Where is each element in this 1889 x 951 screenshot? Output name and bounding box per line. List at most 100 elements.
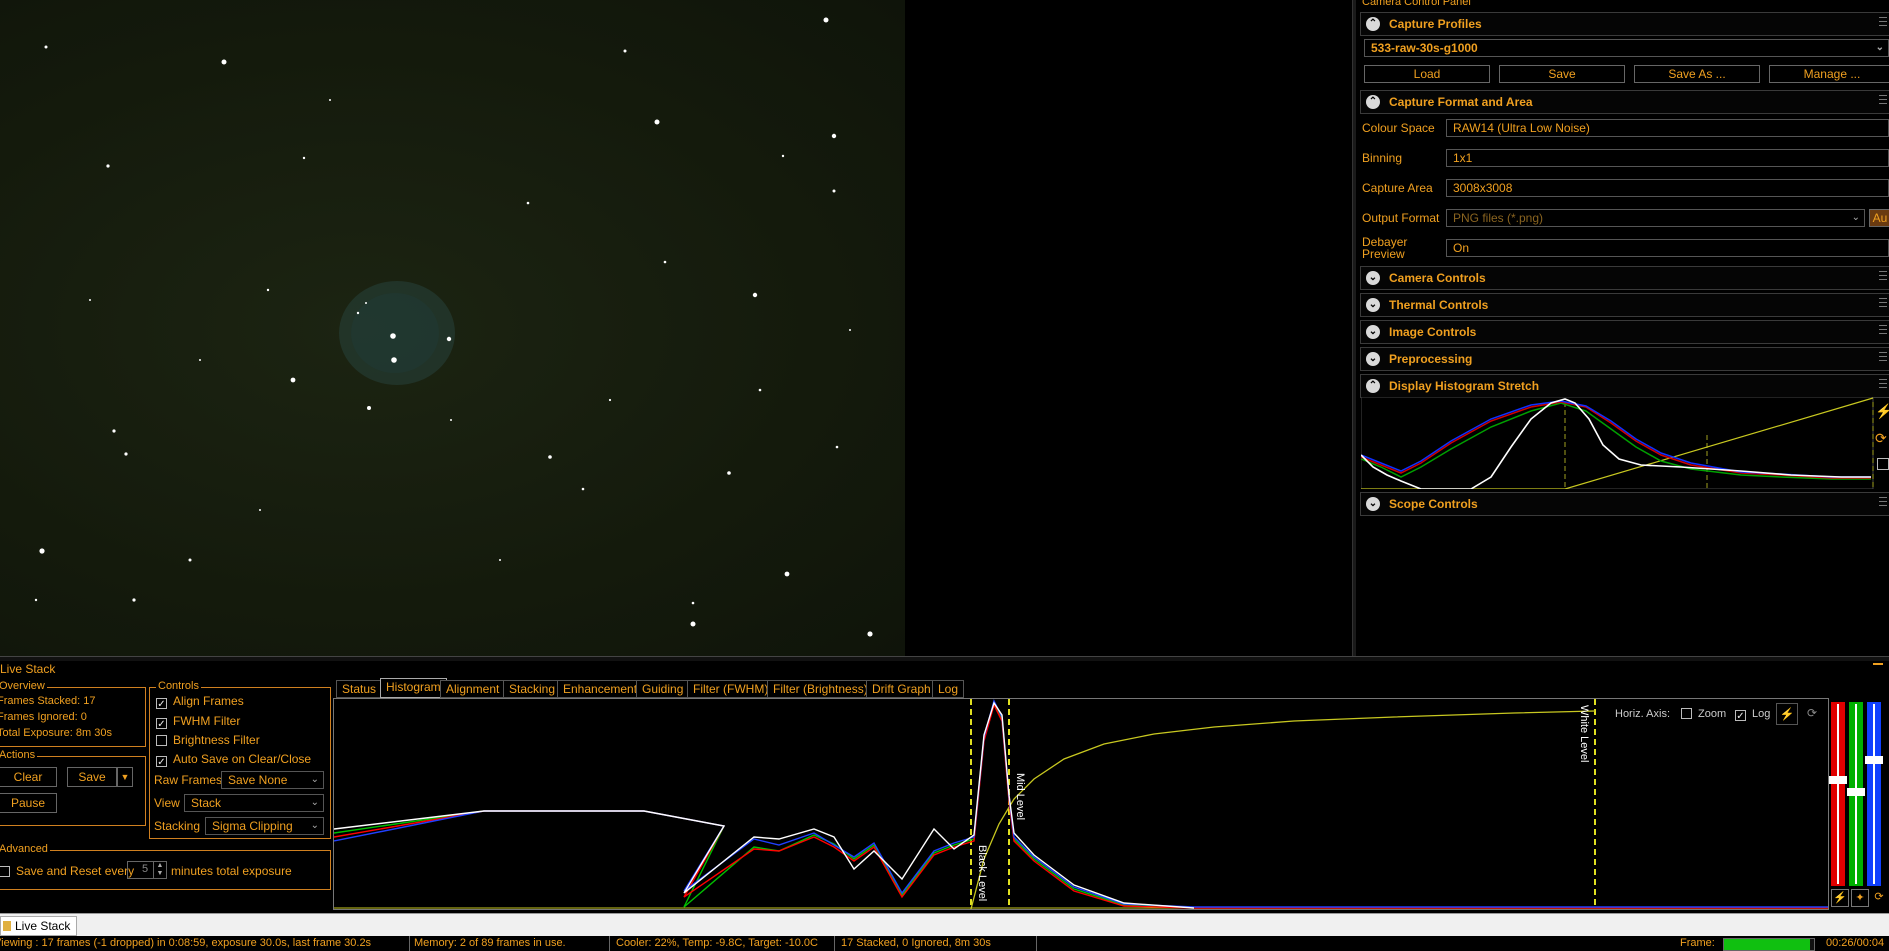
auto-stretch-icon[interactable]: ⚡ xyxy=(1831,889,1849,907)
chevron-up-icon[interactable]: ⌃ xyxy=(1366,95,1380,109)
tab-enhancement[interactable]: Enhancement xyxy=(557,680,644,698)
stacking-select[interactable]: Sigma Clipping ⌄ xyxy=(205,817,324,835)
fwhm-filter-check[interactable]: ✓ FWHM Filter xyxy=(156,714,241,730)
controls-group: Controls ✓ Align Frames ✓ FWHM Filter Brig… xyxy=(149,680,331,839)
reset-icon[interactable]: ⟳ xyxy=(1875,430,1887,447)
grip-icon[interactable] xyxy=(1879,379,1887,391)
section-image-controls[interactable]: ⌄ Image Controls xyxy=(1360,320,1889,344)
spinner-arrows-icon[interactable]: ▲ ▼ xyxy=(153,862,166,878)
chevron-down-icon[interactable]: ⌄ xyxy=(1366,298,1380,312)
auto-stretch-icon[interactable]: ⚡ xyxy=(1875,403,1889,420)
frames-ignored-row: Frames Ignored: 0 xyxy=(0,711,87,723)
section-capture-profiles[interactable]: ⌃ Capture Profiles xyxy=(1360,12,1889,36)
tab-status[interactable]: Status xyxy=(336,680,383,698)
checkbox-icon[interactable]: ✓ xyxy=(1735,710,1746,722)
tab-stacking[interactable]: Stacking xyxy=(503,680,562,698)
status-memory: Memory: 2 of 89 frames in use. xyxy=(410,936,610,951)
stack-histogram-chart[interactable] xyxy=(334,699,1828,909)
chevron-up-icon[interactable]: ⌃ xyxy=(1366,17,1380,31)
profile-select[interactable]: 533-raw-30s-g1000 ⌄ xyxy=(1364,39,1889,57)
save-dropdown-icon[interactable]: ▼ xyxy=(117,767,133,787)
section-label: Image Controls xyxy=(1389,325,1477,339)
grip-icon[interactable] xyxy=(1879,298,1887,310)
save-stack-button[interactable]: Save xyxy=(67,767,117,787)
view-select[interactable]: Stack ⌄ xyxy=(184,794,324,812)
checkbox-icon[interactable] xyxy=(1681,708,1692,719)
green-slider-handle[interactable] xyxy=(1847,788,1865,796)
section-camera-controls[interactable]: ⌄ Camera Controls xyxy=(1360,266,1889,290)
tab-alignment[interactable]: Alignment xyxy=(440,680,506,698)
output-format-select[interactable]: PNG files (*.png) ⌄ xyxy=(1446,209,1865,227)
log-check[interactable]: ✓ Log xyxy=(1735,708,1770,722)
horizontal-splitter[interactable] xyxy=(0,656,1889,661)
colour-space-select[interactable]: RAW14 (Ultra Low Noise) xyxy=(1446,119,1889,137)
overview-title: Overview xyxy=(0,680,47,692)
section-capture-format[interactable]: ⌃ Capture Format and Area xyxy=(1360,90,1889,114)
auto-save-check[interactable]: ✓ Auto Save on Clear/Close xyxy=(156,752,312,768)
minutes-spinner[interactable]: 5 ▲ ▼ xyxy=(127,861,167,879)
align-frames-check[interactable]: ✓ Align Frames xyxy=(156,694,244,710)
section-scope-controls[interactable]: ⌄ Scope Controls xyxy=(1360,492,1889,516)
star-icon[interactable]: ✦ xyxy=(1851,889,1869,907)
red-slider-handle[interactable] xyxy=(1829,776,1847,784)
grip-icon[interactable] xyxy=(1879,325,1887,337)
tab-live-stack[interactable]: Live Stack xyxy=(0,916,78,936)
chevron-down-icon[interactable]: ⌄ xyxy=(1366,325,1380,339)
raw-frames-select[interactable]: Save None ⌄ xyxy=(221,771,324,789)
binning-select[interactable]: 1x1 xyxy=(1446,149,1889,167)
chevron-down-icon[interactable]: ⌄ xyxy=(1366,497,1380,511)
live-stack-header: Live Stack xyxy=(0,662,1889,678)
checkbox-icon[interactable]: ✓ xyxy=(156,698,167,710)
section-thermal-controls[interactable]: ⌄ Thermal Controls xyxy=(1360,293,1889,317)
tab-log[interactable]: Log xyxy=(932,680,965,698)
zoom-check[interactable]: Zoom xyxy=(1681,708,1726,720)
pin-icon[interactable] xyxy=(1873,663,1883,673)
tab-live-stack-label: Live Stack xyxy=(15,919,71,933)
checkbox-icon[interactable] xyxy=(0,866,10,877)
auto-save-label: Auto Save on Clear/Close xyxy=(173,752,312,766)
blue-slider-handle[interactable] xyxy=(1865,756,1883,764)
controls-title: Controls xyxy=(156,680,201,692)
auto-stretch-icon[interactable]: ⚡ xyxy=(1776,703,1798,725)
image-viewer[interactable] xyxy=(0,0,905,656)
debayer-preview-select[interactable]: On xyxy=(1446,239,1889,257)
checkbox-icon[interactable]: ✓ xyxy=(156,756,167,768)
tab-filter-fwhm[interactable]: Filter (FWHM) xyxy=(687,680,775,698)
brightness-filter-check[interactable]: Brightness Filter xyxy=(156,733,260,747)
tab-filter-brightness[interactable]: Filter (Brightness) xyxy=(767,680,874,698)
load-button[interactable]: Load xyxy=(1364,65,1490,83)
manage-button[interactable]: Manage ... xyxy=(1769,65,1889,83)
chevron-up-icon[interactable]: ⌃ xyxy=(1366,379,1380,393)
grip-icon[interactable] xyxy=(1879,17,1887,29)
pause-button[interactable]: Pause xyxy=(0,793,57,813)
status-bar: Viewing : 17 frames (-1 dropped) in 0:08… xyxy=(0,936,1889,951)
save-as-button[interactable]: Save As ... xyxy=(1634,65,1760,83)
clear-button[interactable]: Clear xyxy=(0,767,57,787)
section-preprocessing[interactable]: ⌄ Preprocessing xyxy=(1360,347,1889,371)
section-display-histogram-stretch[interactable]: ⌃ Display Histogram Stretch xyxy=(1360,374,1889,398)
grip-icon[interactable] xyxy=(1879,497,1887,509)
auto-format-button[interactable]: Au xyxy=(1869,209,1889,227)
fwhm-filter-label: FWHM Filter xyxy=(173,714,241,728)
capture-area-select[interactable]: 3008x3008 xyxy=(1446,179,1889,197)
align-frames-label: Align Frames xyxy=(173,694,244,708)
tab-histogram[interactable]: Histogram xyxy=(380,678,447,698)
checkbox-icon[interactable] xyxy=(156,735,167,746)
tab-drift-graph[interactable]: Drift Graph xyxy=(866,680,937,698)
tab-guiding[interactable]: Guiding xyxy=(636,680,690,698)
grip-icon[interactable] xyxy=(1879,352,1887,364)
reset-icon[interactable]: ⟳ xyxy=(1871,889,1887,905)
grip-icon[interactable] xyxy=(1879,271,1887,283)
stack-histogram-panel[interactable]: Black Level Mid Level White Level Horiz.… xyxy=(333,698,1829,910)
reset-icon[interactable]: ⟳ xyxy=(1802,703,1822,723)
display-stretch-histogram[interactable] xyxy=(1361,397,1889,489)
save-icon[interactable] xyxy=(1877,458,1889,470)
chevron-down-icon[interactable]: ⌄ xyxy=(1366,271,1380,285)
grip-icon[interactable] xyxy=(1879,95,1887,107)
save-profile-button[interactable]: Save xyxy=(1499,65,1625,83)
frames-stacked-label: Frames Stacked: xyxy=(0,695,81,707)
status-stacked: 17 Stacked, 0 Ignored, 8m 30s xyxy=(837,936,1037,951)
checkbox-icon[interactable]: ✓ xyxy=(156,718,167,730)
zoom-label: Zoom xyxy=(1698,708,1727,720)
chevron-down-icon[interactable]: ⌄ xyxy=(1366,352,1380,366)
